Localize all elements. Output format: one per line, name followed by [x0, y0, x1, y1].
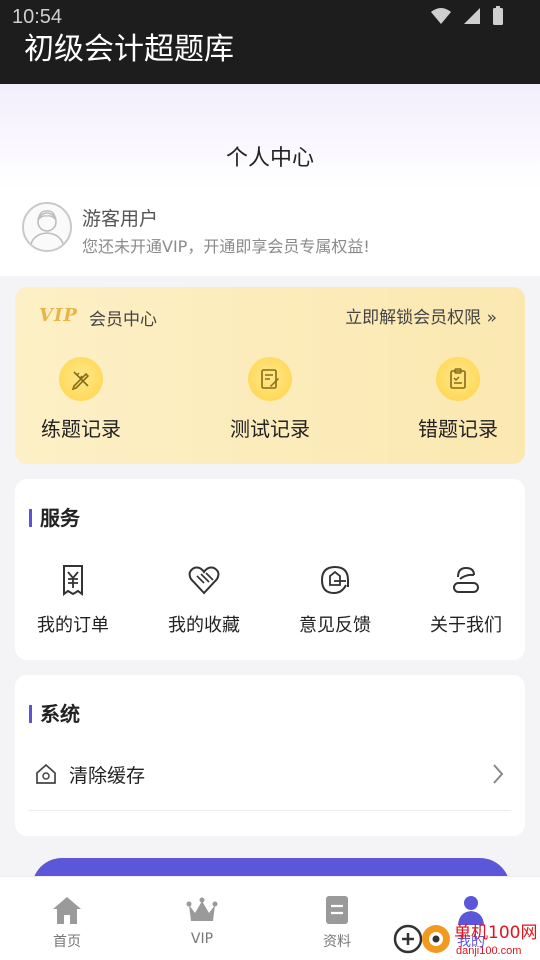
home-icon: [53, 897, 81, 924]
vip-hint-text: 您还未开通VIP，开通即享会员专属权益!: [82, 237, 370, 256]
about-us-label: 关于我们: [430, 615, 502, 636]
app-bar: 10:54 初级会计超题库: [0, 0, 540, 84]
wrong-record-button[interactable]: 错题记录: [388, 357, 528, 442]
edit-document-icon: [248, 357, 292, 401]
test-record-label: 测试记录: [230, 417, 310, 441]
about-us-button[interactable]: 关于我们: [406, 563, 526, 637]
nav-home[interactable]: 首页: [27, 895, 107, 951]
app-title: 初级会计超题库: [24, 32, 234, 67]
nav-materials[interactable]: 资料: [297, 895, 377, 951]
nav-vip-label: VIP: [190, 931, 214, 947]
practice-record-label: 练题记录: [41, 417, 121, 441]
chevron-right-icon: [493, 764, 504, 784]
unlock-vip-link[interactable]: 立即解锁会员权限 »: [345, 303, 497, 328]
crown-icon: [186, 897, 218, 921]
services-card: 服务 我的订单 我的收藏 意见反馈 关于我们: [15, 479, 525, 660]
watermark: 单机100网 danji100.com: [392, 912, 540, 960]
system-title: 系统: [29, 704, 80, 724]
vip-center-label: 会员中心: [89, 310, 157, 330]
clear-cache-label: 清除缓存: [69, 765, 146, 787]
my-orders-button[interactable]: 我的订单: [13, 563, 133, 637]
services-title: 服务: [29, 508, 80, 528]
yen-receipt-icon: [63, 565, 83, 596]
feedback-label: 意见反馈: [299, 615, 371, 636]
nav-vip[interactable]: VIP: [162, 895, 242, 947]
vip-card: VIP 会员中心 立即解锁会员权限 » 练题记录 测试记录 错题记录: [15, 287, 525, 464]
my-favorites-button[interactable]: 我的收藏: [144, 563, 264, 637]
watermark-url: danji100.com: [456, 945, 521, 957]
nav-materials-label: 资料: [323, 934, 351, 950]
pencil-ruler-icon: [59, 357, 103, 401]
practice-record-button[interactable]: 练题记录: [11, 357, 151, 442]
test-record-button[interactable]: 测试记录: [200, 357, 340, 442]
wifi-icon: [430, 6, 452, 30]
user-avatar-icon: [29, 210, 65, 249]
avatar[interactable]: [22, 202, 72, 252]
wrong-record-label: 错题记录: [418, 417, 498, 441]
feedback-button[interactable]: 意见反馈: [275, 563, 395, 637]
page-title: 个人中心: [225, 146, 314, 171]
watermark-text: 单机100网: [454, 923, 537, 943]
system-card: 系统 清除缓存: [15, 675, 525, 836]
feedback-icon: [320, 565, 349, 595]
document-icon: [326, 896, 348, 924]
clear-cache-row[interactable]: 清除缓存: [29, 745, 511, 811]
about-icon: [453, 566, 479, 593]
watermark-logo-icon: 单机100网 danji100.com: [393, 923, 537, 957]
home-outline-icon: [36, 763, 56, 784]
my-favorites-label: 我的收藏: [168, 615, 240, 636]
status-icons: [430, 6, 504, 30]
signal-icon: [462, 6, 482, 30]
nav-home-label: 首页: [53, 934, 81, 950]
broken-heart-icon: [188, 566, 220, 595]
battery-icon: [492, 6, 504, 30]
user-name[interactable]: 游客用户: [82, 204, 158, 231]
my-orders-label: 我的订单: [37, 615, 109, 636]
vip-logo: VIP: [39, 305, 78, 326]
clipboard-check-icon: [436, 357, 480, 401]
